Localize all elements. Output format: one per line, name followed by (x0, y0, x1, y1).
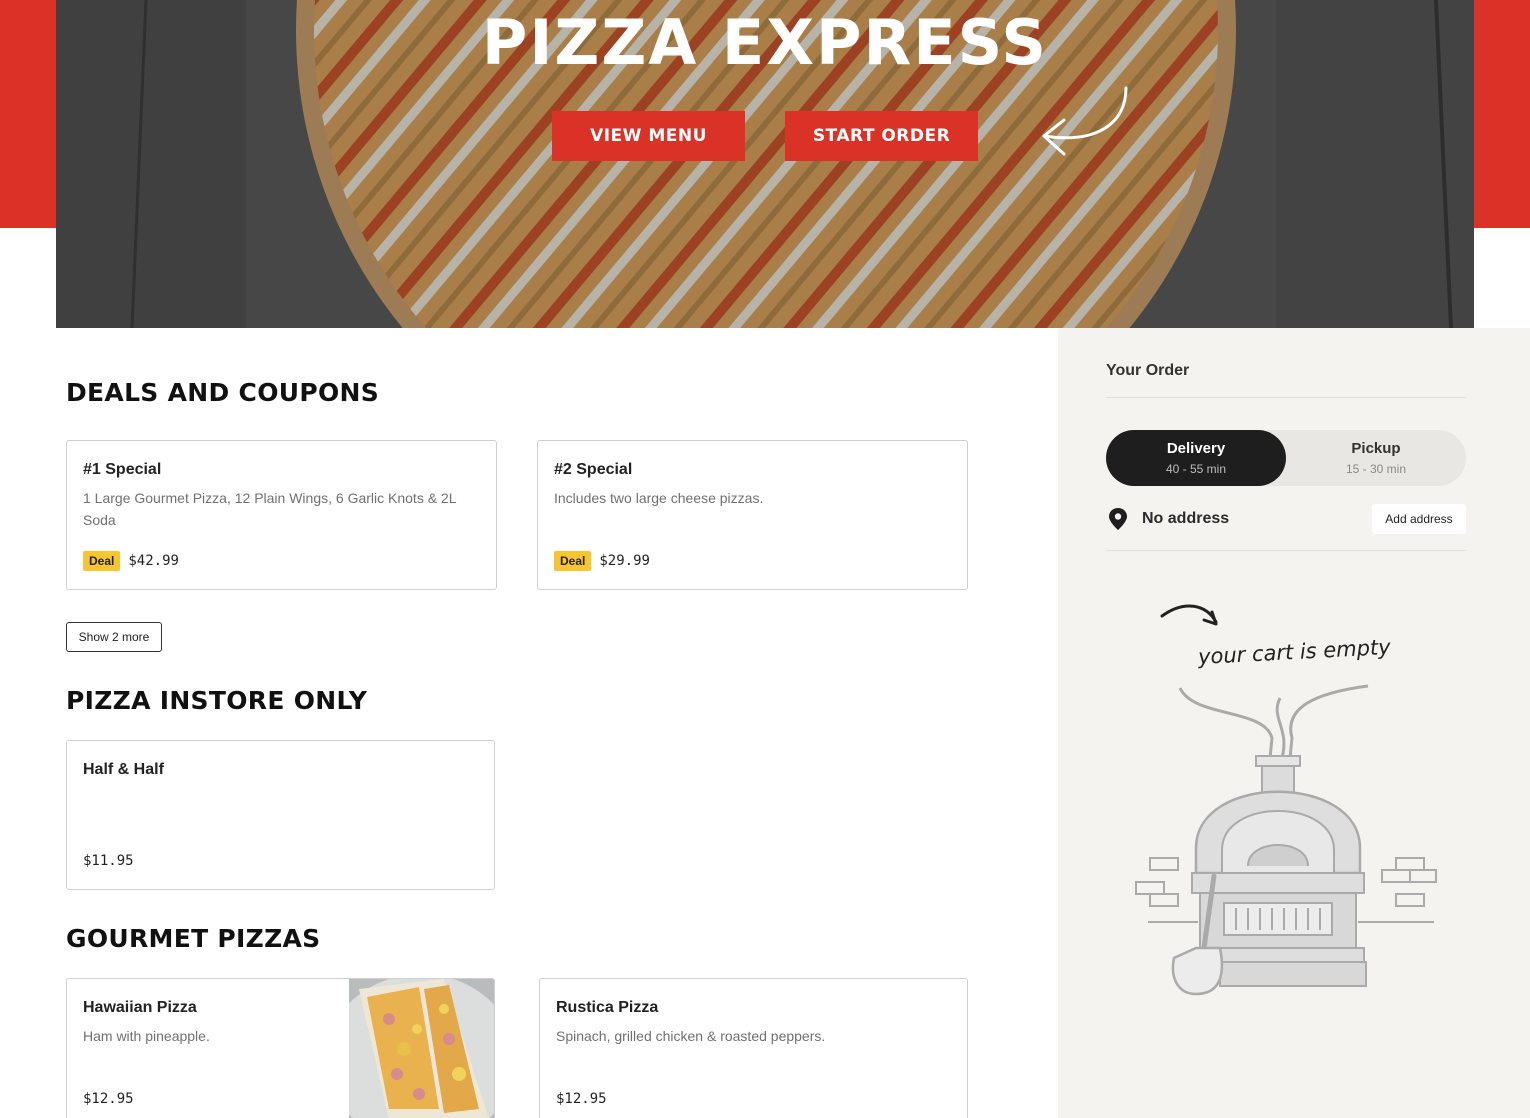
menu-content: DEALS AND COUPONS #1 Special 1 Large Gou… (0, 328, 1058, 1118)
deal-card[interactable]: #1 Special 1 Large Gourmet Pizza, 12 Pla… (66, 440, 497, 590)
deal-description: Includes two large cheese pizzas. (554, 490, 764, 506)
deal-badge: Deal (554, 551, 592, 571)
section-title-gourmet: GOURMET PIZZAS (66, 924, 321, 953)
menu-item-description: Spinach, grilled chicken & roasted peppe… (556, 1028, 826, 1044)
menu-item-card[interactable]: Half & Half $11.95 (66, 740, 495, 890)
deal-price: $29.99 (599, 553, 650, 569)
section-title-instore: PIZZA INSTORE ONLY (66, 686, 368, 715)
divider (1106, 550, 1466, 551)
show-more-deals-button[interactable]: Show 2 more (66, 622, 162, 652)
order-sidebar: Your Order Delivery 40 - 55 min Pickup 1… (1058, 328, 1530, 1118)
deal-description: 1 Large Gourmet Pizza, 12 Plain Wings, 6… (83, 490, 456, 528)
your-order-heading: Your Order (1106, 362, 1190, 379)
hawaiian-pizza-photo (349, 979, 494, 1118)
menu-item-description: Ham with pineapple. (83, 1028, 210, 1044)
menu-item-price: $11.95 (83, 853, 134, 869)
menu-item-name: Hawaiian Pizza (83, 999, 197, 1016)
menu-item-name: Rustica Pizza (556, 999, 659, 1016)
address-row: No address Add address (1106, 503, 1466, 535)
menu-item-price: $12.95 (83, 1091, 134, 1107)
deal-name: #2 Special (554, 461, 633, 478)
delivery-time: 40 - 55 min (1165, 462, 1227, 476)
menu-item-name: Half & Half (83, 761, 164, 778)
deal-name: #1 Special (83, 461, 162, 478)
delivery-mode-toggle: Delivery 40 - 55 min Pickup 15 - 30 min (1106, 430, 1466, 486)
menu-item-price: $12.95 (556, 1091, 607, 1107)
pickup-label: Pickup (1351, 440, 1401, 457)
view-menu-button[interactable]: VIEW MENU (552, 111, 745, 161)
hero-banner: PIZZA EXPRESS VIEW MENU START ORDER (56, 0, 1474, 328)
divider (1106, 397, 1466, 398)
add-address-button[interactable]: Add address (1372, 504, 1466, 534)
address-text: No address (1142, 510, 1230, 527)
menu-item-card[interactable]: Rustica Pizza Spinach, grilled chicken &… (539, 978, 968, 1118)
menu-item-card[interactable]: Hawaiian Pizza Ham with pineapple. $12.9… (66, 978, 495, 1118)
hero-title: PIZZA EXPRESS (481, 6, 1049, 79)
pickup-option[interactable]: Pickup 15 - 30 min (1286, 430, 1466, 486)
pickup-time: 15 - 30 min (1345, 462, 1407, 476)
deal-badge: Deal (83, 551, 121, 571)
delivery-option[interactable]: Delivery 40 - 55 min (1106, 430, 1286, 486)
deal-card[interactable]: #2 Special Includes two large cheese piz… (537, 440, 968, 590)
deal-price: $42.99 (128, 553, 179, 569)
section-title-deals: DEALS AND COUPONS (66, 378, 380, 407)
curved-arrow-icon (1042, 86, 1128, 156)
start-order-button[interactable]: START ORDER (785, 111, 978, 161)
delivery-label: Delivery (1166, 440, 1226, 457)
location-pin-icon (1109, 508, 1127, 530)
